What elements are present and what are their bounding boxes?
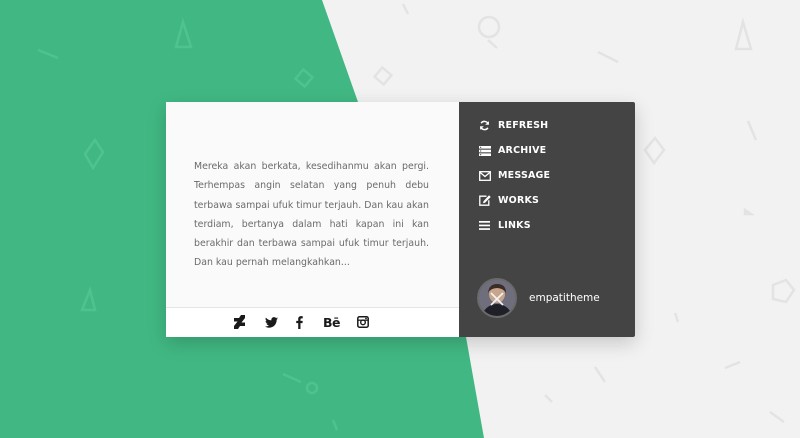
dash-shape <box>673 312 680 323</box>
list-icon <box>478 219 491 232</box>
dash-shape <box>544 394 553 403</box>
dash-shape <box>746 120 758 141</box>
dash-shape <box>724 360 741 370</box>
social-links-bar: Bē <box>166 307 459 337</box>
diamond-shape <box>643 135 666 166</box>
behance-icon[interactable]: Bē <box>323 314 341 330</box>
user-profile[interactable]: empatitheme <box>477 278 600 318</box>
instagram-icon[interactable] <box>357 314 369 330</box>
avatar-photo <box>479 280 515 316</box>
profile-description: Mereka akan berkata, kesedihanmu akan pe… <box>194 161 429 269</box>
navigation-panel: REFRESH ARCHIVE MESSAGE WORKS LINKS empa… <box>459 102 635 337</box>
menu-item-message[interactable]: MESSAGE <box>478 163 550 188</box>
description-panel: Mereka akan berkata, kesedihanmu akan pe… <box>166 102 459 337</box>
circle-shape <box>477 15 501 39</box>
menu-item-archive[interactable]: ARCHIVE <box>478 138 550 163</box>
menu-label-archive: ARCHIVE <box>498 145 547 156</box>
profile-card: Mereka akan berkata, kesedihanmu akan pe… <box>166 102 635 337</box>
dash-shape <box>401 3 410 15</box>
username: empatitheme <box>529 292 600 304</box>
page-background: Mereka akan berkata, kesedihanmu akan pe… <box>0 0 800 438</box>
menu-item-links[interactable]: LINKS <box>478 213 550 238</box>
dash-shape <box>487 39 498 49</box>
pentagon-shape <box>771 278 796 304</box>
twitter-icon[interactable] <box>265 314 278 330</box>
envelope-icon <box>478 169 491 182</box>
deviantart-icon[interactable] <box>234 314 245 330</box>
archive-icon <box>478 144 491 157</box>
nav-menu: REFRESH ARCHIVE MESSAGE WORKS LINKS <box>478 113 550 238</box>
facebook-icon[interactable] <box>296 314 303 330</box>
edit-icon <box>478 194 491 207</box>
triangle-shape <box>734 17 753 51</box>
dash-shape <box>769 410 785 424</box>
diamond-shape <box>372 65 394 87</box>
triangle-shape <box>743 207 756 216</box>
menu-item-works[interactable]: WORKS <box>478 188 550 213</box>
dash-shape <box>597 50 619 64</box>
menu-label-message: MESSAGE <box>498 170 551 181</box>
dash-shape <box>593 366 607 383</box>
menu-item-refresh[interactable]: REFRESH <box>478 113 550 138</box>
menu-label-refresh: REFRESH <box>498 120 549 131</box>
menu-label-works: WORKS <box>498 195 540 206</box>
refresh-icon <box>478 119 491 132</box>
avatar[interactable] <box>477 278 517 318</box>
menu-label-links: LINKS <box>498 220 531 231</box>
